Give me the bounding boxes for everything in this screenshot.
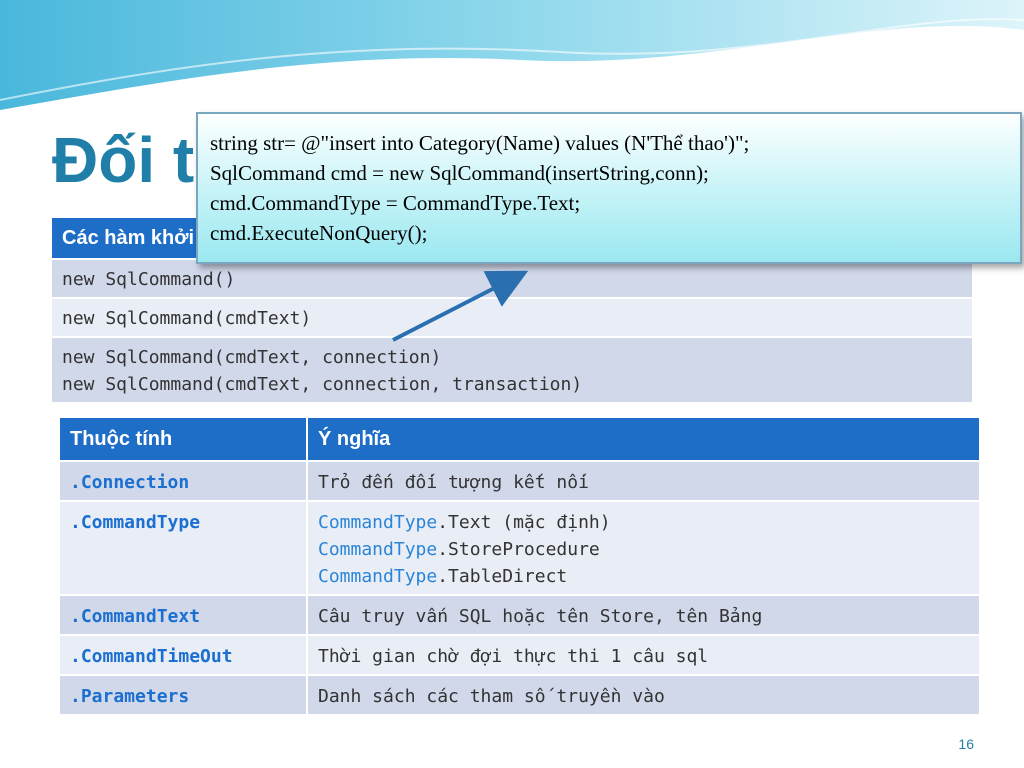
property-desc: Thời gian chờ đợi thực thi 1 câu sql: [307, 635, 981, 676]
table-row: .CommandText Câu truy vấn SQL hoặc tên S…: [60, 595, 981, 636]
table-header-row: Thuộc tính Ý nghĩa: [60, 418, 981, 462]
constructor-cell: new SqlCommand(cmdText, connection) new …: [52, 337, 972, 404]
table-row: new SqlCommand(cmdText): [52, 298, 972, 338]
property-name: .CommandTimeOut: [60, 635, 308, 676]
property-name: .Connection: [60, 461, 308, 502]
code-line: cmd.CommandType = CommandType.Text;: [210, 191, 581, 215]
code-keyword: CommandType: [318, 539, 438, 560]
properties-table: Thuộc tính Ý nghĩa .Connection Trỏ đến đ…: [60, 418, 981, 716]
code-keyword: CommandType: [318, 512, 438, 533]
table-row: new SqlCommand(cmdText, connection) new …: [52, 337, 972, 404]
property-header: Thuộc tính: [60, 418, 308, 462]
property-desc: Câu truy vấn SQL hoặc tên Store, tên Bản…: [307, 595, 981, 636]
property-name: .CommandType: [60, 501, 308, 596]
table-row: .CommandType CommandType.Text (mặc định)…: [60, 501, 981, 596]
property-name: .Parameters: [60, 675, 308, 716]
code-line: SqlCommand cmd = new SqlCommand(insertSt…: [210, 161, 709, 185]
code-keyword: CommandType: [318, 566, 438, 587]
table-row: new SqlCommand(): [52, 259, 972, 299]
property-desc: Trỏ đến đối tượng kết nối: [307, 461, 981, 502]
meaning-header: Ý nghĩa: [307, 418, 981, 462]
page-number: 16: [958, 736, 974, 752]
constructor-cell: new SqlCommand(cmdText): [52, 298, 972, 338]
constructor-cell: new SqlCommand(): [52, 259, 972, 299]
table-row: .Parameters Danh sách các tham số truyền…: [60, 675, 981, 716]
header-wave-decoration: [0, 0, 1024, 114]
property-desc: Danh sách các tham số truyền vào: [307, 675, 981, 716]
code-line: cmd.ExecuteNonQuery();: [210, 221, 428, 245]
table-row: .CommandTimeOut Thời gian chờ đợi thực t…: [60, 635, 981, 676]
property-name: .CommandText: [60, 595, 308, 636]
code-example-callout: string str= @"insert into Category(Name)…: [196, 112, 1022, 264]
table-row: .Connection Trỏ đến đối tượng kết nối: [60, 461, 981, 502]
code-line: string str= @"insert into Category(Name)…: [210, 131, 750, 155]
property-desc: CommandType.Text (mặc định) CommandType.…: [307, 501, 981, 596]
